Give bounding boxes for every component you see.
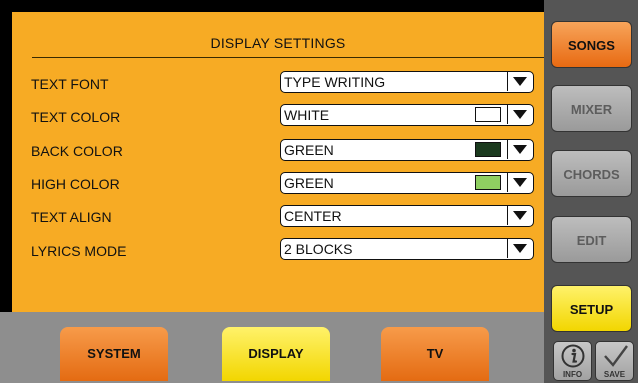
tab-display[interactable]: DISPLAY bbox=[222, 327, 330, 381]
text-font-label: TEXT FONT bbox=[31, 76, 109, 92]
text-color-value: WHITE bbox=[284, 107, 330, 123]
text-color-label: TEXT COLOR bbox=[31, 109, 121, 125]
tab-tv[interactable]: TV bbox=[381, 327, 489, 381]
high-color-select[interactable]: GREEN bbox=[280, 172, 534, 194]
dropdown-arrow-icon[interactable] bbox=[507, 140, 533, 159]
text-align-value: CENTER bbox=[284, 208, 342, 224]
text-color-swatch bbox=[475, 107, 501, 122]
lyrics-mode-select[interactable]: 2 BLOCKS bbox=[280, 238, 534, 260]
lyrics-mode-value: 2 BLOCKS bbox=[284, 241, 353, 257]
info-icon bbox=[561, 344, 585, 368]
text-color-select[interactable]: WHITE bbox=[280, 104, 534, 126]
lyrics-mode-label: LYRICS MODE bbox=[31, 243, 127, 259]
high-color-label: HIGH COLOR bbox=[31, 176, 120, 192]
high-color-swatch bbox=[475, 175, 501, 190]
dropdown-arrow-icon[interactable] bbox=[507, 206, 533, 225]
back-color-select[interactable]: GREEN bbox=[280, 139, 534, 161]
info-label: INFO bbox=[562, 370, 583, 379]
info-button[interactable]: INFO bbox=[553, 341, 592, 381]
dropdown-arrow-icon[interactable] bbox=[507, 173, 533, 192]
back-color-value: GREEN bbox=[284, 142, 334, 158]
text-align-label: TEXT ALIGN bbox=[31, 209, 112, 225]
text-align-select[interactable]: CENTER bbox=[280, 205, 534, 227]
display-settings-panel: DISPLAY SETTINGS TEXT FONT TYPE WRITING … bbox=[12, 12, 544, 312]
setup-button[interactable]: SETUP bbox=[551, 285, 632, 332]
dropdown-arrow-icon[interactable] bbox=[507, 72, 533, 91]
tab-system[interactable]: SYSTEM bbox=[60, 327, 168, 381]
high-color-value: GREEN bbox=[284, 175, 334, 191]
dropdown-arrow-icon[interactable] bbox=[507, 105, 533, 124]
text-font-select[interactable]: TYPE WRITING bbox=[280, 71, 534, 93]
songs-button[interactable]: SONGS bbox=[551, 21, 632, 68]
dropdown-arrow-icon[interactable] bbox=[507, 239, 533, 258]
panel-title: DISPLAY SETTINGS bbox=[210, 35, 346, 51]
mixer-button[interactable]: MIXER bbox=[551, 85, 632, 132]
chords-button[interactable]: CHORDS bbox=[551, 150, 632, 197]
screen: DISPLAY SETTINGS TEXT FONT TYPE WRITING … bbox=[0, 0, 638, 383]
checkmark-icon bbox=[604, 345, 628, 367]
back-color-swatch bbox=[475, 142, 501, 157]
edit-button[interactable]: EDIT bbox=[551, 216, 632, 263]
back-color-label: BACK COLOR bbox=[31, 143, 123, 159]
text-font-value: TYPE WRITING bbox=[284, 74, 386, 90]
title-divider bbox=[32, 57, 544, 58]
save-label: SAVE bbox=[603, 370, 626, 379]
save-button[interactable]: SAVE bbox=[595, 341, 634, 381]
